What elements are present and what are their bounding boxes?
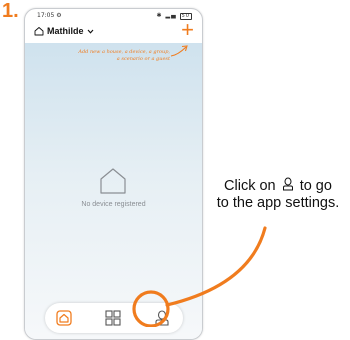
- home-name: Mathilde: [47, 26, 84, 36]
- status-bar: 17:05 ⚙ ✱ ▂▄ 50: [25, 9, 202, 21]
- add-button[interactable]: +: [181, 19, 194, 41]
- signal-icon: ▂▄: [165, 12, 177, 19]
- home-selector[interactable]: Mathilde: [34, 26, 94, 36]
- home-icon: [34, 27, 44, 36]
- bottom-nav: [45, 303, 183, 333]
- chevron-down-icon: [87, 29, 93, 34]
- cropped-title: [50, 0, 250, 3]
- empty-state-label: No device registered: [81, 201, 146, 208]
- bluetooth-icon: ✱: [156, 12, 163, 19]
- nav-grid-icon[interactable]: [104, 309, 122, 327]
- user-icon: [282, 177, 293, 191]
- hint-arrow-icon: [170, 45, 188, 57]
- status-time: 17:05 ⚙: [37, 12, 62, 19]
- main-area: No device registered: [25, 43, 202, 339]
- empty-house-icon: [100, 168, 126, 194]
- settings-status-icon: ⚙: [56, 12, 62, 19]
- add-hint: Add new a house, a device, a group, a sc…: [78, 49, 170, 62]
- step-number: 1.: [2, 0, 19, 22]
- callout-text: Click on to go to the app settings.: [216, 177, 340, 211]
- phone-screen: No device registered 17:05 ⚙ ✱ ▂▄ 50 Mat…: [24, 8, 203, 340]
- header: Mathilde +: [25, 19, 202, 43]
- nav-user-icon[interactable]: [153, 309, 171, 327]
- nav-home-icon[interactable]: [55, 309, 73, 327]
